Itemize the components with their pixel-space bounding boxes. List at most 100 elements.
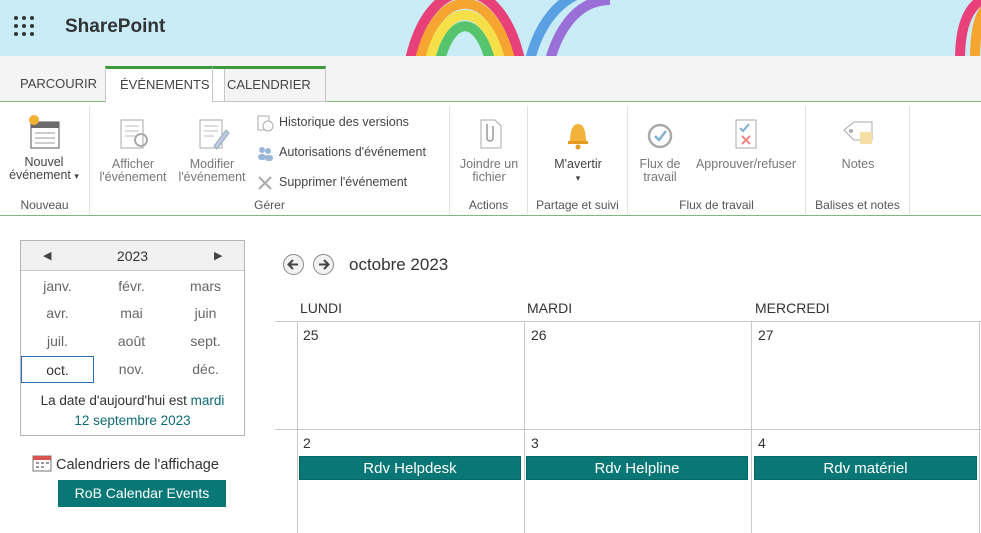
group-nouveau: Nouvel événement ▾ Nouveau — [0, 106, 90, 214]
month-cell[interactable]: nov. — [95, 356, 168, 383]
day-number[interactable]: 25 — [303, 327, 319, 343]
grid-line — [524, 321, 525, 533]
calendar-event[interactable]: Rdv Helpdesk — [299, 456, 521, 480]
month-cell[interactable]: avr. — [21, 300, 94, 327]
history-icon — [257, 115, 274, 132]
view-event-icon — [120, 119, 148, 149]
today-date-link[interactable]: 12 septembre 2023 — [74, 413, 190, 428]
tag-note-icon — [843, 121, 873, 144]
tab-evenements[interactable]: ÉVÉNEMENTS — [105, 66, 225, 103]
calendar-event[interactable]: Rdv matériel — [754, 456, 977, 480]
today-prefix: La date d'aujourd'hui est — [40, 393, 187, 408]
day-header-tuesday: MARDI — [527, 300, 573, 316]
chevron-down-icon: ▾ — [575, 173, 581, 183]
month-cell[interactable]: sept. — [169, 328, 242, 355]
month-cell[interactable]: juin — [169, 300, 242, 327]
month-cell-selected[interactable]: oct. — [21, 356, 94, 383]
workflow-icon — [647, 123, 673, 149]
ribbon-tabbar: PARCOURIR ÉVÉNEMENTS CALENDRIER — [0, 56, 981, 103]
day-number[interactable]: 2 — [303, 435, 311, 451]
date-navigator-header: ◀ 2023 ▶ — [21, 241, 244, 271]
grid-line — [275, 429, 981, 430]
grid-line — [979, 321, 980, 533]
day-header-monday: LUNDI — [300, 300, 343, 316]
tab-parcourir[interactable]: PARCOURIR — [6, 66, 111, 102]
grid-line — [275, 321, 981, 322]
delete-icon — [258, 175, 272, 190]
group-partage: M'avertir ▾ Partage et suivi — [528, 106, 628, 214]
rainbow-banner — [405, 0, 981, 56]
previous-month-button[interactable] — [283, 254, 304, 275]
alert-me-button[interactable]: M'avertir ▾ — [538, 116, 618, 185]
group-gerer: Afficher l'événement Modifier l'événemen… — [90, 106, 450, 214]
overlay-calendar-button[interactable]: RoB Calendar Events — [58, 480, 226, 507]
next-month-button[interactable] — [313, 254, 334, 275]
month-cell[interactable]: févr. — [95, 273, 168, 300]
month-cell[interactable]: janv. — [21, 273, 94, 300]
today-day-link[interactable]: mardi — [191, 393, 225, 408]
group-label-balises: Balises et notes — [815, 198, 900, 212]
day-header-wednesday: MERCREDI — [755, 300, 830, 316]
ribbon: Nouvel événement ▾ Nouveau Afficher l'év… — [0, 102, 981, 216]
delete-event-label: Supprimer l'événement — [279, 175, 408, 189]
group-label-nouveau: Nouveau — [20, 198, 69, 212]
workflow-label-2: travail — [643, 170, 677, 184]
approve-reject-icon — [735, 119, 757, 149]
arrow-left-icon — [287, 259, 298, 270]
group-actions: Joindre un fichier Actions — [450, 106, 528, 214]
month-cell[interactable]: mai — [95, 300, 168, 327]
calendar-month-title: octobre 2023 — [349, 255, 449, 274]
month-cell[interactable]: août — [95, 328, 168, 355]
attach-file-label-2: fichier — [472, 170, 506, 184]
month-cell[interactable]: mars — [169, 273, 242, 300]
app-launcher-icon[interactable] — [14, 16, 34, 36]
grid-line — [297, 321, 298, 533]
delete-event-button[interactable]: Supprimer l'événement — [256, 172, 407, 192]
edit-event-button[interactable]: Modifier l'événement — [176, 116, 248, 184]
chevron-down-icon: ▾ — [74, 171, 79, 181]
notes-label: Notes — [841, 157, 875, 171]
day-number[interactable]: 26 — [531, 327, 547, 343]
approve-reject-button[interactable]: Approuver/refuser — [690, 116, 802, 171]
brand-title[interactable]: SharePoint — [65, 16, 165, 38]
edit-event-label-2: l'événement — [178, 170, 246, 184]
day-number[interactable]: 27 — [758, 327, 774, 343]
approve-reject-label: Approuver/refuser — [695, 157, 797, 171]
new-event-label-2: événement — [9, 168, 71, 182]
arrow-right-icon — [319, 259, 330, 270]
calendar-views-header: Calendriers de l'affichage — [32, 454, 219, 473]
workflow-button[interactable]: Flux de travail — [632, 116, 688, 184]
month-cell[interactable]: déc. — [169, 356, 242, 383]
calendar-event[interactable]: Rdv Helpline — [526, 456, 748, 480]
view-event-button[interactable]: Afficher l'événement — [96, 116, 170, 184]
date-navigator: ◀ 2023 ▶ janv. févr. mars avr. mai juin … — [20, 240, 245, 436]
calendar-icon — [32, 455, 52, 472]
calendar-views-label: Calendriers de l'affichage — [56, 457, 219, 473]
new-event-button[interactable]: Nouvel événement ▾ — [2, 114, 86, 183]
bell-icon — [568, 124, 588, 150]
notes-button[interactable]: Notes — [818, 116, 898, 171]
day-number[interactable]: 4 — [758, 435, 766, 451]
grid-line — [751, 321, 752, 533]
day-number[interactable]: 3 — [531, 435, 539, 451]
suite-header: SharePoint — [0, 0, 981, 56]
group-flux: Flux de travail Approuver/refuser Flux d… — [628, 106, 806, 214]
attach-file-button[interactable]: Joindre un fichier — [454, 116, 524, 184]
group-label-actions: Actions — [468, 198, 509, 212]
event-permissions-button[interactable]: Autorisations d'événement — [256, 142, 426, 162]
month-grid-view: 25 26 27 2 3 4 Rdv Helpdesk Rdv Helpline… — [275, 321, 981, 533]
permissions-icon — [258, 146, 273, 161]
view-event-label-2: l'événement — [99, 170, 167, 184]
next-year-icon[interactable]: ▶ — [214, 249, 222, 262]
tab-calendrier[interactable]: CALENDRIER — [212, 66, 326, 102]
group-label-partage: Partage et suivi — [536, 198, 619, 212]
version-history-button[interactable]: Historique des versions — [256, 112, 409, 132]
group-label-gerer: Gérer — [254, 198, 285, 212]
edit-event-icon — [199, 119, 230, 150]
version-history-label: Historique des versions — [279, 115, 409, 129]
alert-me-label: M'avertir — [554, 157, 602, 171]
navigator-year: 2023 — [116, 248, 149, 264]
event-permissions-label: Autorisations d'événement — [279, 145, 426, 159]
group-label-flux: Flux de travail — [679, 198, 754, 212]
month-cell[interactable]: juil. — [21, 328, 94, 355]
